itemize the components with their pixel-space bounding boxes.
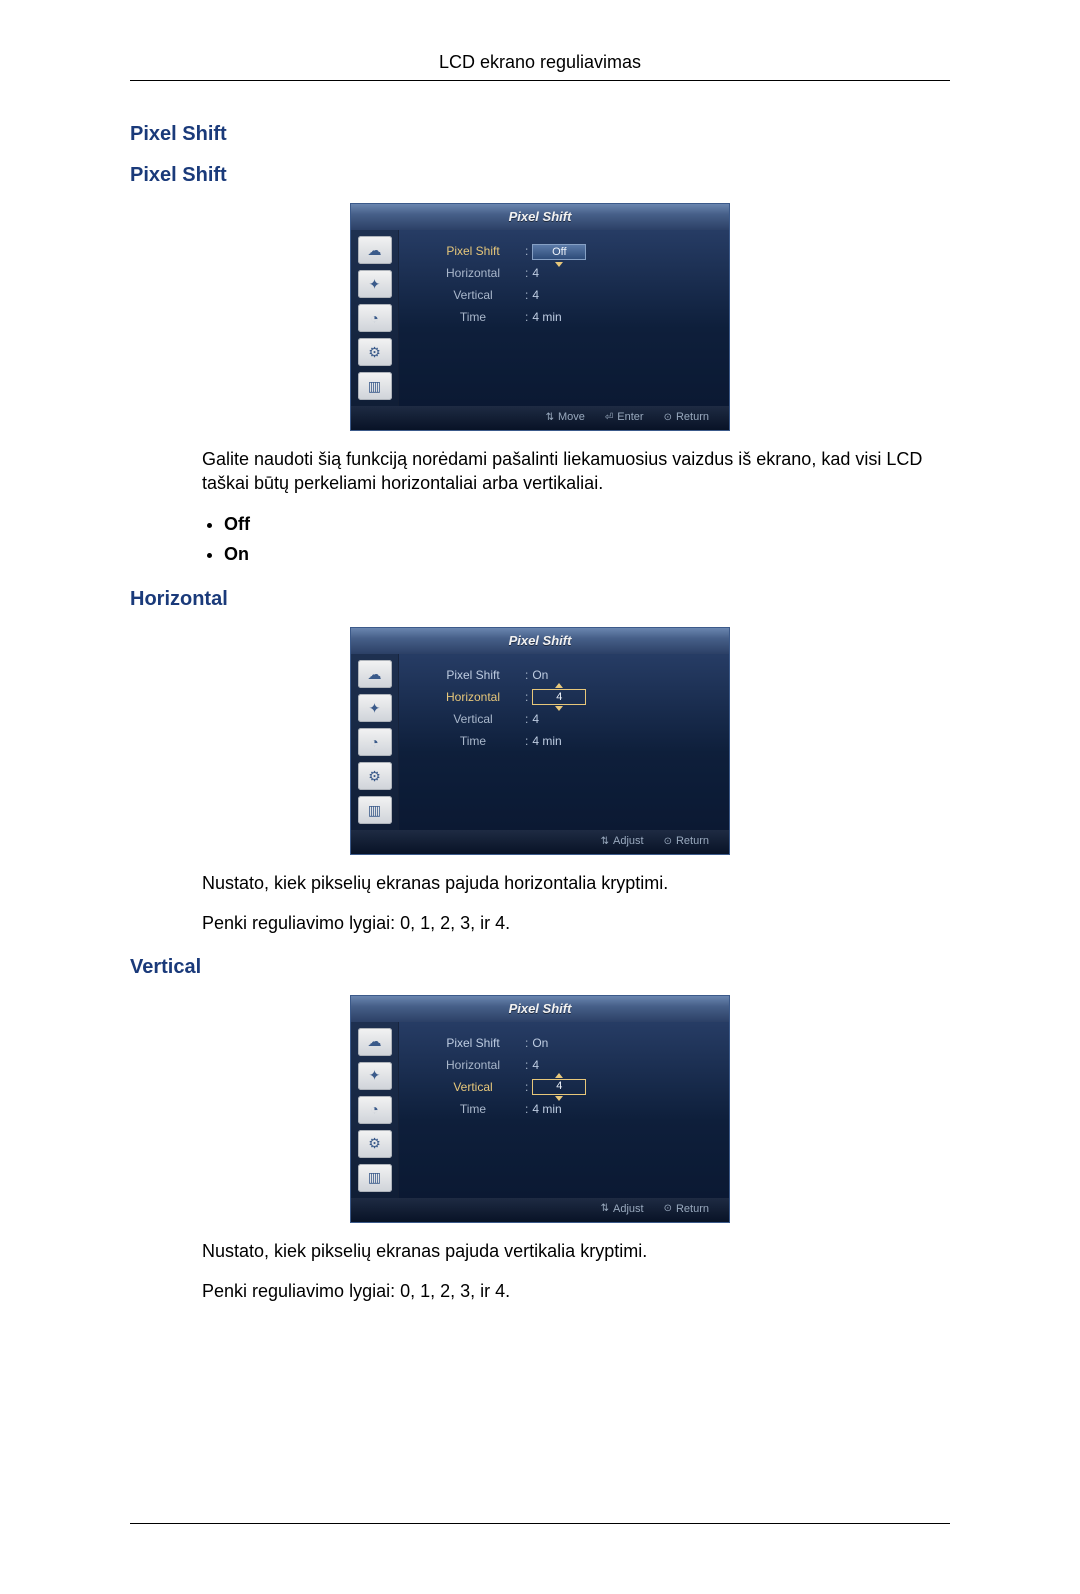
section-horizontal-heading: Horizontal: [130, 586, 950, 613]
osd-row-horizontal: Horizontal : 4: [421, 686, 719, 708]
osd-row-time: Time : 4 min: [421, 1098, 719, 1120]
page-header: LCD ekrano reguliavimas: [130, 50, 950, 81]
clock-icon: ◔: [358, 728, 392, 756]
chart-icon: ▥: [358, 796, 392, 824]
osd-row-horizontal: Horizontal : 4: [421, 262, 719, 284]
osd-sidebar: ☁ ✦ ◔ ⚙ ▥: [351, 654, 399, 830]
page-footer-rule: [130, 1523, 950, 1524]
updown-icon: ⇅: [546, 411, 554, 425]
section-vertical-heading: Vertical: [130, 954, 950, 981]
vertical-description-2: Penki reguliavimo lygiai: 0, 1, 2, 3, ir…: [202, 1279, 950, 1303]
osd-vertical-value: 4: [532, 1079, 586, 1095]
chevron-down-icon: [555, 262, 563, 267]
osd-horizontal-value: 4: [532, 689, 586, 705]
option-list: Off On: [202, 512, 950, 567]
star-icon: ✦: [358, 270, 392, 298]
star-icon: ✦: [358, 694, 392, 722]
osd-title: Pixel Shift: [351, 628, 729, 654]
updown-icon: ⇅: [601, 1202, 609, 1216]
osd-footer: ⇅Move ⏎Enter ⊙Return: [351, 406, 729, 430]
osd-row-pixel-shift: Pixel Shift : On: [421, 1032, 719, 1054]
return-icon: ⊙: [664, 411, 672, 425]
horizontal-description-2: Penki reguliavimo lygiai: 0, 1, 2, 3, ir…: [202, 911, 950, 935]
option-on: On: [224, 544, 249, 564]
osd-row-horizontal: Horizontal : 4: [421, 1054, 719, 1076]
osd-title: Pixel Shift: [351, 996, 729, 1022]
osd-row-vertical: Vertical : 4: [421, 284, 719, 306]
osd-row-pixel-shift: Pixel Shift : Off: [421, 240, 719, 262]
option-off: Off: [224, 514, 250, 534]
osd-sidebar: ☁ ✦ ◔ ⚙ ▥: [351, 1022, 399, 1198]
osd-footer: ⇅Adjust ⊙Return: [351, 830, 729, 854]
document-page: LCD ekrano reguliavimas Pixel Shift Pixe…: [0, 0, 1080, 1594]
vertical-description-1: Nustato, kiek pikselių ekranas pajuda ve…: [202, 1239, 950, 1263]
cloud-icon: ☁: [358, 660, 392, 688]
osd-footer: ⇅Adjust ⊙Return: [351, 1198, 729, 1222]
osd-screenshot-vertical: Pixel Shift ☁ ✦ ◔ ⚙ ▥ Pixel Shift : On: [350, 995, 730, 1223]
clock-icon: ◔: [358, 1096, 392, 1124]
enter-icon: ⏎: [605, 411, 613, 425]
updown-icon: ⇅: [601, 835, 609, 849]
osd-row-vertical: Vertical : 4: [421, 1076, 719, 1098]
section-pixel-shift-subheading: Pixel Shift: [130, 162, 950, 189]
osd-title: Pixel Shift: [351, 204, 729, 230]
horizontal-description-1: Nustato, kiek pikselių ekranas pajuda ho…: [202, 871, 950, 895]
osd-row-time: Time : 4 min: [421, 730, 719, 752]
osd-screenshot-pixel-shift: Pixel Shift ☁ ✦ ◔ ⚙ ▥ Pixel Shift : Off: [350, 203, 730, 431]
cloud-icon: ☁: [358, 1028, 392, 1056]
pixel-shift-description: Galite naudoti šią funkciją norėdami paš…: [202, 447, 950, 496]
osd-row-pixel-shift: Pixel Shift : On: [421, 664, 719, 686]
chart-icon: ▥: [358, 372, 392, 400]
osd-row-vertical: Vertical : 4: [421, 708, 719, 730]
osd-sidebar: ☁ ✦ ◔ ⚙ ▥: [351, 230, 399, 406]
section-pixel-shift-heading: Pixel Shift: [130, 121, 950, 148]
chart-icon: ▥: [358, 1164, 392, 1192]
gear-icon: ⚙: [358, 1130, 392, 1158]
chevron-down-icon: [555, 1096, 563, 1101]
clock-icon: ◔: [358, 304, 392, 332]
return-icon: ⊙: [664, 835, 672, 849]
gear-icon: ⚙: [358, 338, 392, 366]
chevron-up-icon: [555, 683, 563, 688]
cloud-icon: ☁: [358, 236, 392, 264]
return-icon: ⊙: [664, 1202, 672, 1216]
osd-row-time: Time : 4 min: [421, 306, 719, 328]
chevron-down-icon: [555, 706, 563, 711]
gear-icon: ⚙: [358, 762, 392, 790]
star-icon: ✦: [358, 1062, 392, 1090]
osd-pixel-shift-value: Off: [532, 244, 586, 260]
osd-screenshot-horizontal: Pixel Shift ☁ ✦ ◔ ⚙ ▥ Pixel Shift : On: [350, 627, 730, 855]
chevron-up-icon: [555, 1073, 563, 1078]
